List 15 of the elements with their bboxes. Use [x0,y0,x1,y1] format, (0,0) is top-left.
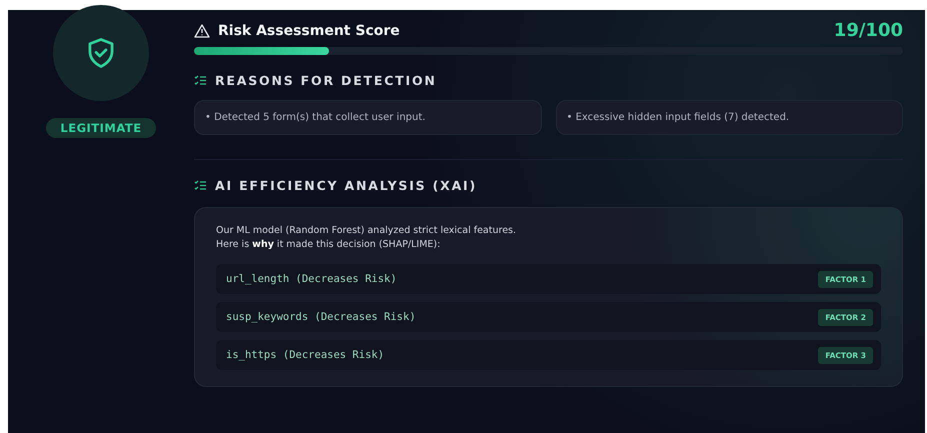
shield-check-icon [86,37,116,69]
verdict-badge: LEGITIMATE [46,118,156,138]
warning-icon [194,24,210,38]
score-value: 19/100 [834,20,903,41]
section-heading: AI EFFICIENCY ANALYSIS (XAI) [215,178,478,193]
feature-name: is_https (Decreases Risk) [226,349,384,361]
checklist-icon [194,75,207,86]
feature-name: url_length (Decreases Risk) [226,273,397,285]
checklist-icon [194,180,207,191]
score-title: Risk Assessment Score [218,22,400,38]
analysis-intro: Our ML model (Random Forest) analyzed strict lexical features. Here is why it made this decision (SHAP/LIME): [216,224,518,252]
feature-name: susp_keywords (Decreases Risk) [226,311,416,323]
section-heading: REASONS FOR DETECTION [215,73,437,88]
reason-card: • Excessive hidden input fields (7) detected. [556,100,903,135]
reason-card: • Detected 5 form(s) that collect user input. [194,100,542,135]
